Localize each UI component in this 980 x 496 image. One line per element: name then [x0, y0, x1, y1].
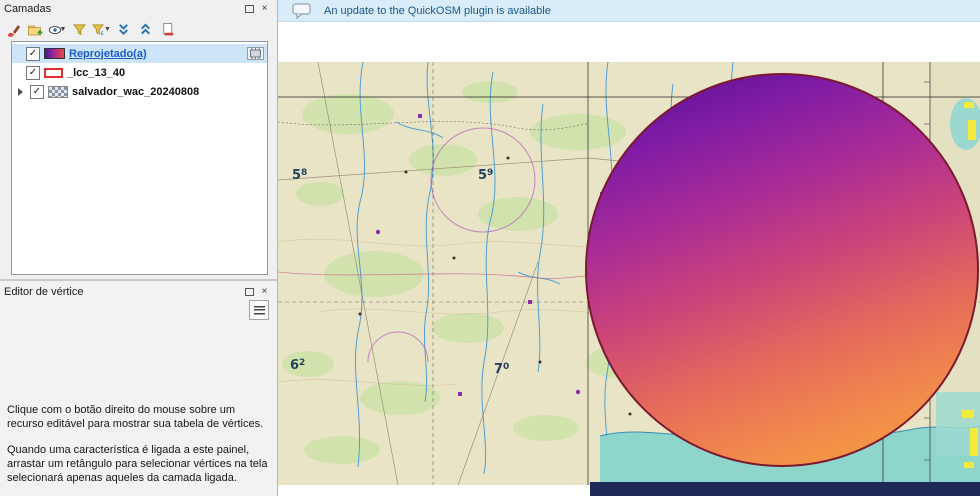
outline-symbology-swatch — [44, 67, 63, 78]
vertex-editor-hint-1: Clique com o botão direito do mouse sobr… — [7, 404, 264, 430]
vertex-editor-panel: Editor de vértice × Clique com o botão d… — [0, 283, 277, 496]
layer-styling-icon — [8, 24, 20, 37]
gradient-symbology-swatch — [44, 48, 65, 59]
message-bubble-icon — [292, 2, 311, 19]
hamburger-menu-icon — [253, 305, 265, 315]
gradient-circle — [585, 73, 979, 467]
layer-label[interactable]: _lcc_13_40 — [67, 67, 125, 79]
expand-all-button[interactable] — [113, 20, 133, 39]
vertex-editor-options-button[interactable] — [249, 300, 269, 320]
layer-item-lcc[interactable]: ✓ _lcc_13_40 — [12, 63, 267, 82]
layer-tree: ✓ Reprojetado(a) ✓ _lcc_13_40 ✓ salvador… — [11, 41, 268, 275]
layers-toolbar: ▼ ε ▼ — [0, 18, 277, 41]
layer-item-salvador-wac[interactable]: ✓ salvador_wac_20240808 — [12, 82, 267, 101]
chevron-down-icon: ▼ — [59, 26, 67, 33]
layer-label[interactable]: salvador_wac_20240808 — [72, 86, 199, 98]
expand-layer-arrow[interactable] — [15, 87, 26, 96]
filter-legend-button[interactable] — [69, 20, 89, 39]
max-elevation-figure: 59 — [478, 168, 494, 183]
remove-layer-icon — [162, 22, 173, 36]
float-icon — [245, 288, 254, 296]
map-area: An update to the QuickOSM plugin is avai… — [278, 0, 980, 496]
raster-symbology-swatch — [48, 85, 68, 98]
float-panel-button[interactable] — [243, 3, 256, 15]
close-panel-button[interactable]: × — [258, 286, 271, 298]
close-panel-button[interactable]: × — [258, 3, 271, 15]
layer-visibility-checkbox[interactable]: ✓ — [30, 84, 44, 99]
collapse-all-button[interactable] — [135, 20, 155, 39]
expand-all-icon — [118, 24, 128, 36]
layer-label[interactable]: Reprojetado(a) — [69, 48, 147, 60]
layers-panel-header: Camadas × — [0, 0, 277, 18]
filter-legend-icon — [72, 24, 86, 36]
vertex-editor-header: Editor de vértice × — [0, 283, 277, 301]
layer-item-reprojetado[interactable]: ✓ Reprojetado(a) — [12, 44, 267, 63]
triangle-right-icon — [18, 87, 23, 96]
layer-visibility-checkbox[interactable]: ✓ — [26, 46, 40, 61]
layer-styling-button[interactable] — [3, 20, 23, 39]
panel-window-buttons: × — [243, 286, 271, 298]
max-elevation-figure: 70 — [494, 362, 510, 377]
map-canvas[interactable]: 58 59 62 70 — [278, 62, 980, 496]
remove-layer-button[interactable] — [157, 20, 177, 39]
max-elevation-figure: 62 — [290, 358, 306, 373]
message-text: An update to the QuickOSM plugin is avai… — [324, 4, 551, 17]
manage-map-themes-button[interactable]: ▼ — [47, 20, 67, 39]
add-group-button[interactable] — [25, 20, 45, 39]
chevron-down-icon: ▼ — [104, 26, 111, 33]
vertex-editor-title: Editor de vértice — [4, 286, 84, 298]
left-dock: Camadas × ▼ ε ▼ ✓ Reprojetado(a) ✓ _lcc_… — [0, 0, 278, 496]
memory-layer-indicator-icon — [247, 47, 264, 60]
layers-panel: Camadas × ▼ ε ▼ ✓ Reprojetado(a) ✓ _lcc_… — [0, 0, 277, 281]
layer-visibility-checkbox[interactable]: ✓ — [26, 65, 40, 80]
float-panel-button[interactable] — [243, 286, 256, 298]
max-elevation-figure: 58 — [292, 168, 308, 183]
add-group-icon — [28, 25, 43, 35]
plugin-message-bar: An update to the QuickOSM plugin is avai… — [278, 0, 980, 22]
collapse-all-icon — [140, 23, 150, 35]
filter-expression-button[interactable]: ε ▼ — [91, 20, 111, 39]
panel-window-buttons: × — [243, 3, 271, 15]
float-icon — [245, 5, 254, 13]
vertex-editor-hint-2: Quando uma característica é ligada a est… — [7, 444, 268, 484]
layers-panel-title: Camadas — [4, 3, 52, 15]
